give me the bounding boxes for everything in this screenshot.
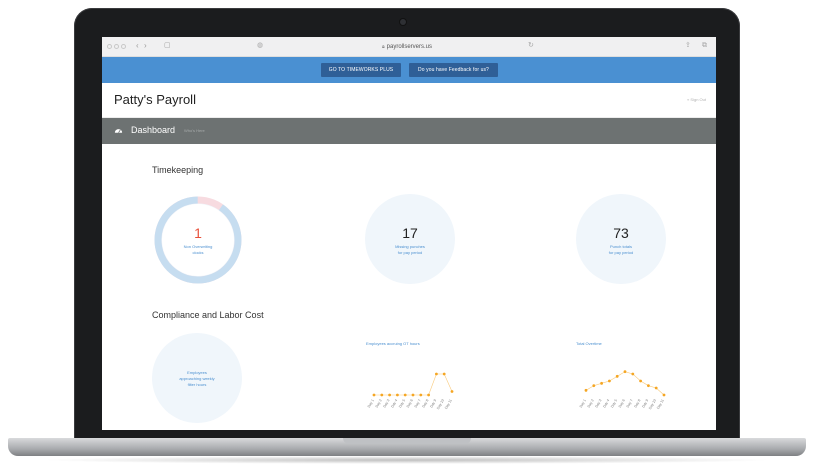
chart-point[interactable] (615, 374, 619, 378)
chart-point[interactable] (427, 393, 430, 397)
address-bar[interactable]: 🔒︎ payrollservers.us (272, 41, 542, 53)
share-icon[interactable]: ⇪ (685, 42, 691, 50)
sidebar-icon[interactable]: ▢ (164, 42, 171, 50)
non-overwriting-card[interactable]: 1 Non Overwriting clocks (152, 194, 244, 286)
non-overwriting-count: 1 (194, 225, 202, 241)
screen: ‹ › ▢ ◍ 🔒︎ payrollservers.us ↻ ⇪ ⧉ GO TO … (102, 37, 716, 430)
laptop-shadow (40, 456, 774, 464)
x-tick-label: Day 11 (444, 398, 453, 409)
timekeeping-title: Timekeeping (152, 165, 204, 175)
chart-point[interactable] (411, 393, 415, 397)
dashboard-gauge-icon (114, 129, 123, 133)
punch-totals-count: 73 (613, 225, 629, 241)
browser-toolbar: ‹ › ▢ ◍ 🔒︎ payrollservers.us ↻ ⇪ ⧉ (102, 37, 716, 57)
tabs-icon[interactable]: ⧉ (702, 42, 707, 50)
chart-point[interactable] (654, 386, 658, 390)
dashboard-bar: Dashboard Who's Here (102, 118, 716, 144)
ot-hours-chart-svg: Day 1 Day 2 Day 3 Day 4 Day 5 Day 6 Day 7 Day 8… (367, 372, 454, 410)
punch-totals-caption-2: for pay period (608, 250, 634, 255)
feedback-button[interactable]: Do you have Feedback for us? (409, 63, 498, 77)
chart-point[interactable] (623, 370, 627, 374)
close-window-icon[interactable] (107, 44, 112, 49)
compliance-title: Compliance and Labor Cost (152, 310, 264, 320)
chart-point[interactable] (419, 393, 423, 397)
forward-icon[interactable]: › (144, 42, 147, 50)
chart-point[interactable] (608, 379, 611, 383)
laptop-notch (343, 438, 471, 444)
app-header: Patty's Payroll « Sign Out (102, 83, 716, 118)
chart-point[interactable] (450, 390, 454, 393)
chart-line (374, 373, 453, 396)
approaching-caption-3: filter hours (187, 382, 207, 387)
shield-icon[interactable]: ◍ (257, 42, 263, 50)
punch-totals-card[interactable]: 73 Punch totals for pay period (576, 194, 666, 284)
minimize-window-icon[interactable] (114, 44, 119, 49)
total-overtime-chart: Total Overtime Day 1 Day 2 Day 3 Day 4 Day 5… (572, 337, 672, 417)
maximize-window-icon[interactable] (121, 44, 126, 49)
url-text: payrollservers.us (386, 44, 433, 50)
chart-line (585, 371, 665, 396)
x-tick-label: Day 11 (656, 398, 665, 409)
chart-point[interactable] (584, 388, 588, 392)
chart-point[interactable] (403, 393, 407, 397)
total-overtime-chart-svg: Day 1 Day 2 Day 3 Day 4 Day 5 Day 6 Day 7 Day 8… (579, 370, 666, 410)
missing-punches-caption-2: for pay period (397, 250, 423, 255)
chart-point[interactable] (388, 393, 391, 397)
chart-point[interactable] (662, 393, 666, 397)
chart-point[interactable] (435, 372, 438, 376)
chart-point[interactable] (372, 393, 376, 397)
chart-point[interactable] (647, 384, 650, 388)
missing-punches-card[interactable]: 17 Missing punches for pay period (365, 194, 455, 284)
missing-punches-count: 17 (402, 225, 418, 241)
ot-hours-chart: Employees accruing OT hours Day 1 Day 2 Da… (360, 337, 460, 417)
approaching-hours-card[interactable]: Employees approaching weekly filter hour… (152, 333, 242, 423)
chart-point[interactable] (600, 381, 603, 385)
laptop-base (8, 438, 806, 456)
chart-point[interactable] (639, 379, 642, 383)
whos-here-link[interactable]: Who's Here (184, 128, 205, 133)
chart-point[interactable] (631, 372, 635, 376)
app-title: Patty's Payroll (114, 92, 196, 107)
go-to-timeworks-button[interactable]: GO TO TIMEWORKS PLUS (321, 63, 401, 77)
lock-icon: 🔒︎ (381, 44, 385, 50)
chart-point[interactable] (442, 372, 446, 376)
dashboard-title[interactable]: Dashboard (131, 125, 175, 135)
top-banner: GO TO TIMEWORKS PLUS Do you have Feedbac… (102, 57, 716, 83)
reload-icon[interactable]: ↻ (528, 42, 534, 50)
non-overwriting-caption-2: clocks (192, 250, 204, 255)
sign-out-link[interactable]: « Sign Out (687, 97, 706, 102)
chart-point[interactable] (592, 384, 596, 388)
chart-point[interactable] (396, 393, 399, 397)
back-icon[interactable]: ‹ (136, 42, 139, 50)
camera-icon (400, 19, 406, 25)
chart-point[interactable] (380, 393, 384, 397)
laptop-frame: ‹ › ▢ ◍ 🔒︎ payrollservers.us ↻ ⇪ ⧉ GO TO … (0, 0, 814, 470)
